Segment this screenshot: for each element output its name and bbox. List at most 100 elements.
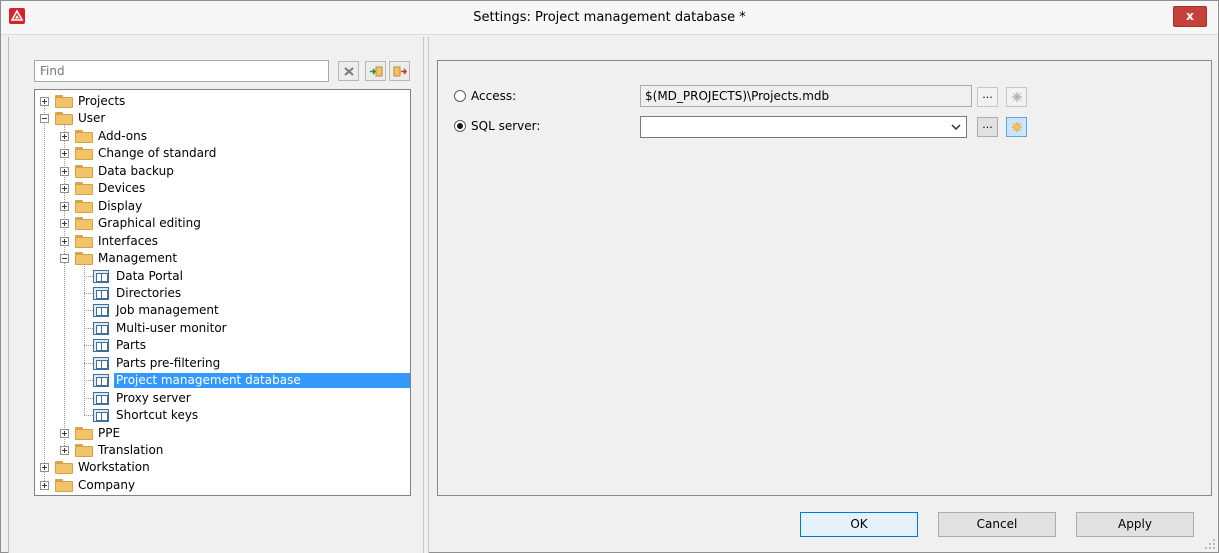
tree-node-label: Job management <box>116 303 219 318</box>
tree-node-label: Add-ons <box>98 128 147 143</box>
tree-node-label: Workstation <box>78 460 150 475</box>
folder-icon <box>75 217 93 231</box>
expand-icon[interactable] <box>60 131 69 141</box>
title-bar: Settings: Project management database * … <box>1 1 1218 35</box>
settings-page-icon <box>93 304 109 318</box>
tree-node-label: Parts pre-filtering <box>116 355 221 370</box>
tree-folder-node[interactable]: Add-ons <box>35 128 410 145</box>
settings-tree[interactable]: Projects User Add-ons Change of standard Dat… <box>34 89 411 496</box>
tree-node-label: Graphical editing <box>98 216 201 231</box>
tree-page-node[interactable]: Data Portal <box>35 268 410 285</box>
tree-node-label: User <box>78 111 106 126</box>
tree-page-node[interactable]: Directories <box>35 285 410 302</box>
search-input[interactable] <box>34 60 329 82</box>
sql-server-label: SQL server: <box>471 119 541 133</box>
sparkle-icon <box>1012 92 1022 102</box>
ok-button[interactable]: OK <box>800 512 918 537</box>
expand-icon[interactable] <box>40 480 49 490</box>
tree-node-label: Data backup <box>98 163 174 178</box>
folder-icon <box>75 129 93 143</box>
folder-icon <box>75 426 93 440</box>
tree-page-node[interactable]: Job management <box>35 302 410 319</box>
folder-icon <box>75 444 93 457</box>
tree-folder-node[interactable]: Workstation <box>35 459 410 476</box>
tree-folder-node[interactable]: Display <box>35 198 410 215</box>
tree-folder-node[interactable]: Devices <box>35 180 410 197</box>
tree-page-node[interactable]: Proxy server <box>35 390 410 407</box>
tree-page-node[interactable]: Project management database <box>35 372 410 389</box>
collapse-all-icon <box>393 66 407 77</box>
expand-icon[interactable] <box>40 97 49 106</box>
folder-icon <box>75 252 93 266</box>
expand-icon[interactable] <box>60 428 69 438</box>
tree-page-node[interactable]: Parts <box>35 337 410 354</box>
settings-dialog: Settings: Project management database * … <box>0 0 1219 553</box>
expand-icon[interactable] <box>60 149 69 159</box>
tree-folder-node[interactable]: Data backup <box>35 163 410 180</box>
pane-splitter[interactable] <box>423 37 429 553</box>
expand-icon[interactable] <box>60 446 69 455</box>
tree-folder-node[interactable]: Management <box>35 250 410 267</box>
clear-search-button[interactable] <box>338 61 359 81</box>
expand-icon[interactable] <box>60 166 69 176</box>
tree-node-label: Management <box>98 251 178 266</box>
tree-folder-node[interactable]: Translation <box>35 442 410 459</box>
tree-node-label: PPE <box>98 425 121 440</box>
close-button[interactable]: x <box>1173 6 1207 27</box>
tree-folder-node[interactable]: PPE <box>35 425 410 442</box>
apply-button[interactable]: Apply <box>1076 512 1194 537</box>
sql-browse-button[interactable]: ... <box>977 117 998 137</box>
settings-page-icon <box>93 391 109 405</box>
tree-node-label: Display <box>98 198 143 213</box>
collapse-icon[interactable] <box>40 114 49 124</box>
expand-icon[interactable] <box>60 201 69 211</box>
tree-folder-node[interactable]: Change of standard <box>35 145 410 162</box>
access-browse-button[interactable]: ... <box>977 87 998 107</box>
tree-page-node[interactable]: Shortcut keys <box>35 407 410 424</box>
expand-all-button[interactable] <box>365 61 386 81</box>
expand-icon[interactable] <box>60 219 69 229</box>
access-radio[interactable] <box>454 90 466 102</box>
sql-server-radio[interactable] <box>454 120 466 132</box>
tree-node-label: Company <box>78 477 136 492</box>
settings-panel: Access: $(MD_PROJECTS)\Projects.mdb ... … <box>437 60 1212 496</box>
tree-folder-node[interactable]: Projects <box>35 93 410 110</box>
tree-page-node[interactable]: Parts pre-filtering <box>35 355 410 372</box>
access-new-button[interactable] <box>1006 87 1027 107</box>
expand-icon[interactable] <box>60 236 69 246</box>
collapse-icon[interactable] <box>60 254 69 264</box>
folder-icon <box>75 164 93 178</box>
tree-node-label: Parts <box>116 338 146 353</box>
tree-folder-node[interactable]: User <box>35 110 410 127</box>
tree-node-label: Projects <box>78 94 126 108</box>
access-path-field[interactable]: $(MD_PROJECTS)\Projects.mdb <box>640 85 972 107</box>
folder-icon <box>75 234 93 248</box>
sql-server-combo[interactable] <box>640 116 967 138</box>
tree-node-label: Multi-user monitor <box>116 320 227 335</box>
expand-all-icon <box>370 66 383 77</box>
tree-node-label: Directories <box>116 285 182 300</box>
tree-page-node[interactable]: Multi-user monitor <box>35 320 410 337</box>
chevron-down-icon[interactable] <box>948 119 964 135</box>
collapse-all-button[interactable] <box>389 61 410 81</box>
tree-node-label: Change of standard <box>98 146 217 161</box>
folder-icon <box>75 182 93 196</box>
settings-page-icon <box>93 269 109 283</box>
clear-icon <box>344 67 354 76</box>
expand-icon[interactable] <box>60 184 69 194</box>
dialog-title: Settings: Project management database * <box>473 10 746 25</box>
settings-page-icon <box>93 409 109 423</box>
tree-folder-node[interactable]: Interfaces <box>35 233 410 250</box>
tree-folder-node[interactable]: Graphical editing <box>35 215 410 232</box>
tree-folder-node[interactable]: Company <box>35 477 410 494</box>
settings-page-icon <box>93 374 109 388</box>
expand-icon[interactable] <box>40 463 49 473</box>
folder-icon <box>75 199 93 213</box>
tree-node-label: Project management database <box>114 373 410 389</box>
folder-icon <box>55 112 73 126</box>
tree-node-label: Devices <box>98 181 146 196</box>
sql-new-button[interactable] <box>1006 117 1027 137</box>
resize-grip-icon[interactable] <box>1204 538 1216 550</box>
cancel-button[interactable]: Cancel <box>938 512 1056 537</box>
tree-node-label: Shortcut keys <box>116 408 199 423</box>
